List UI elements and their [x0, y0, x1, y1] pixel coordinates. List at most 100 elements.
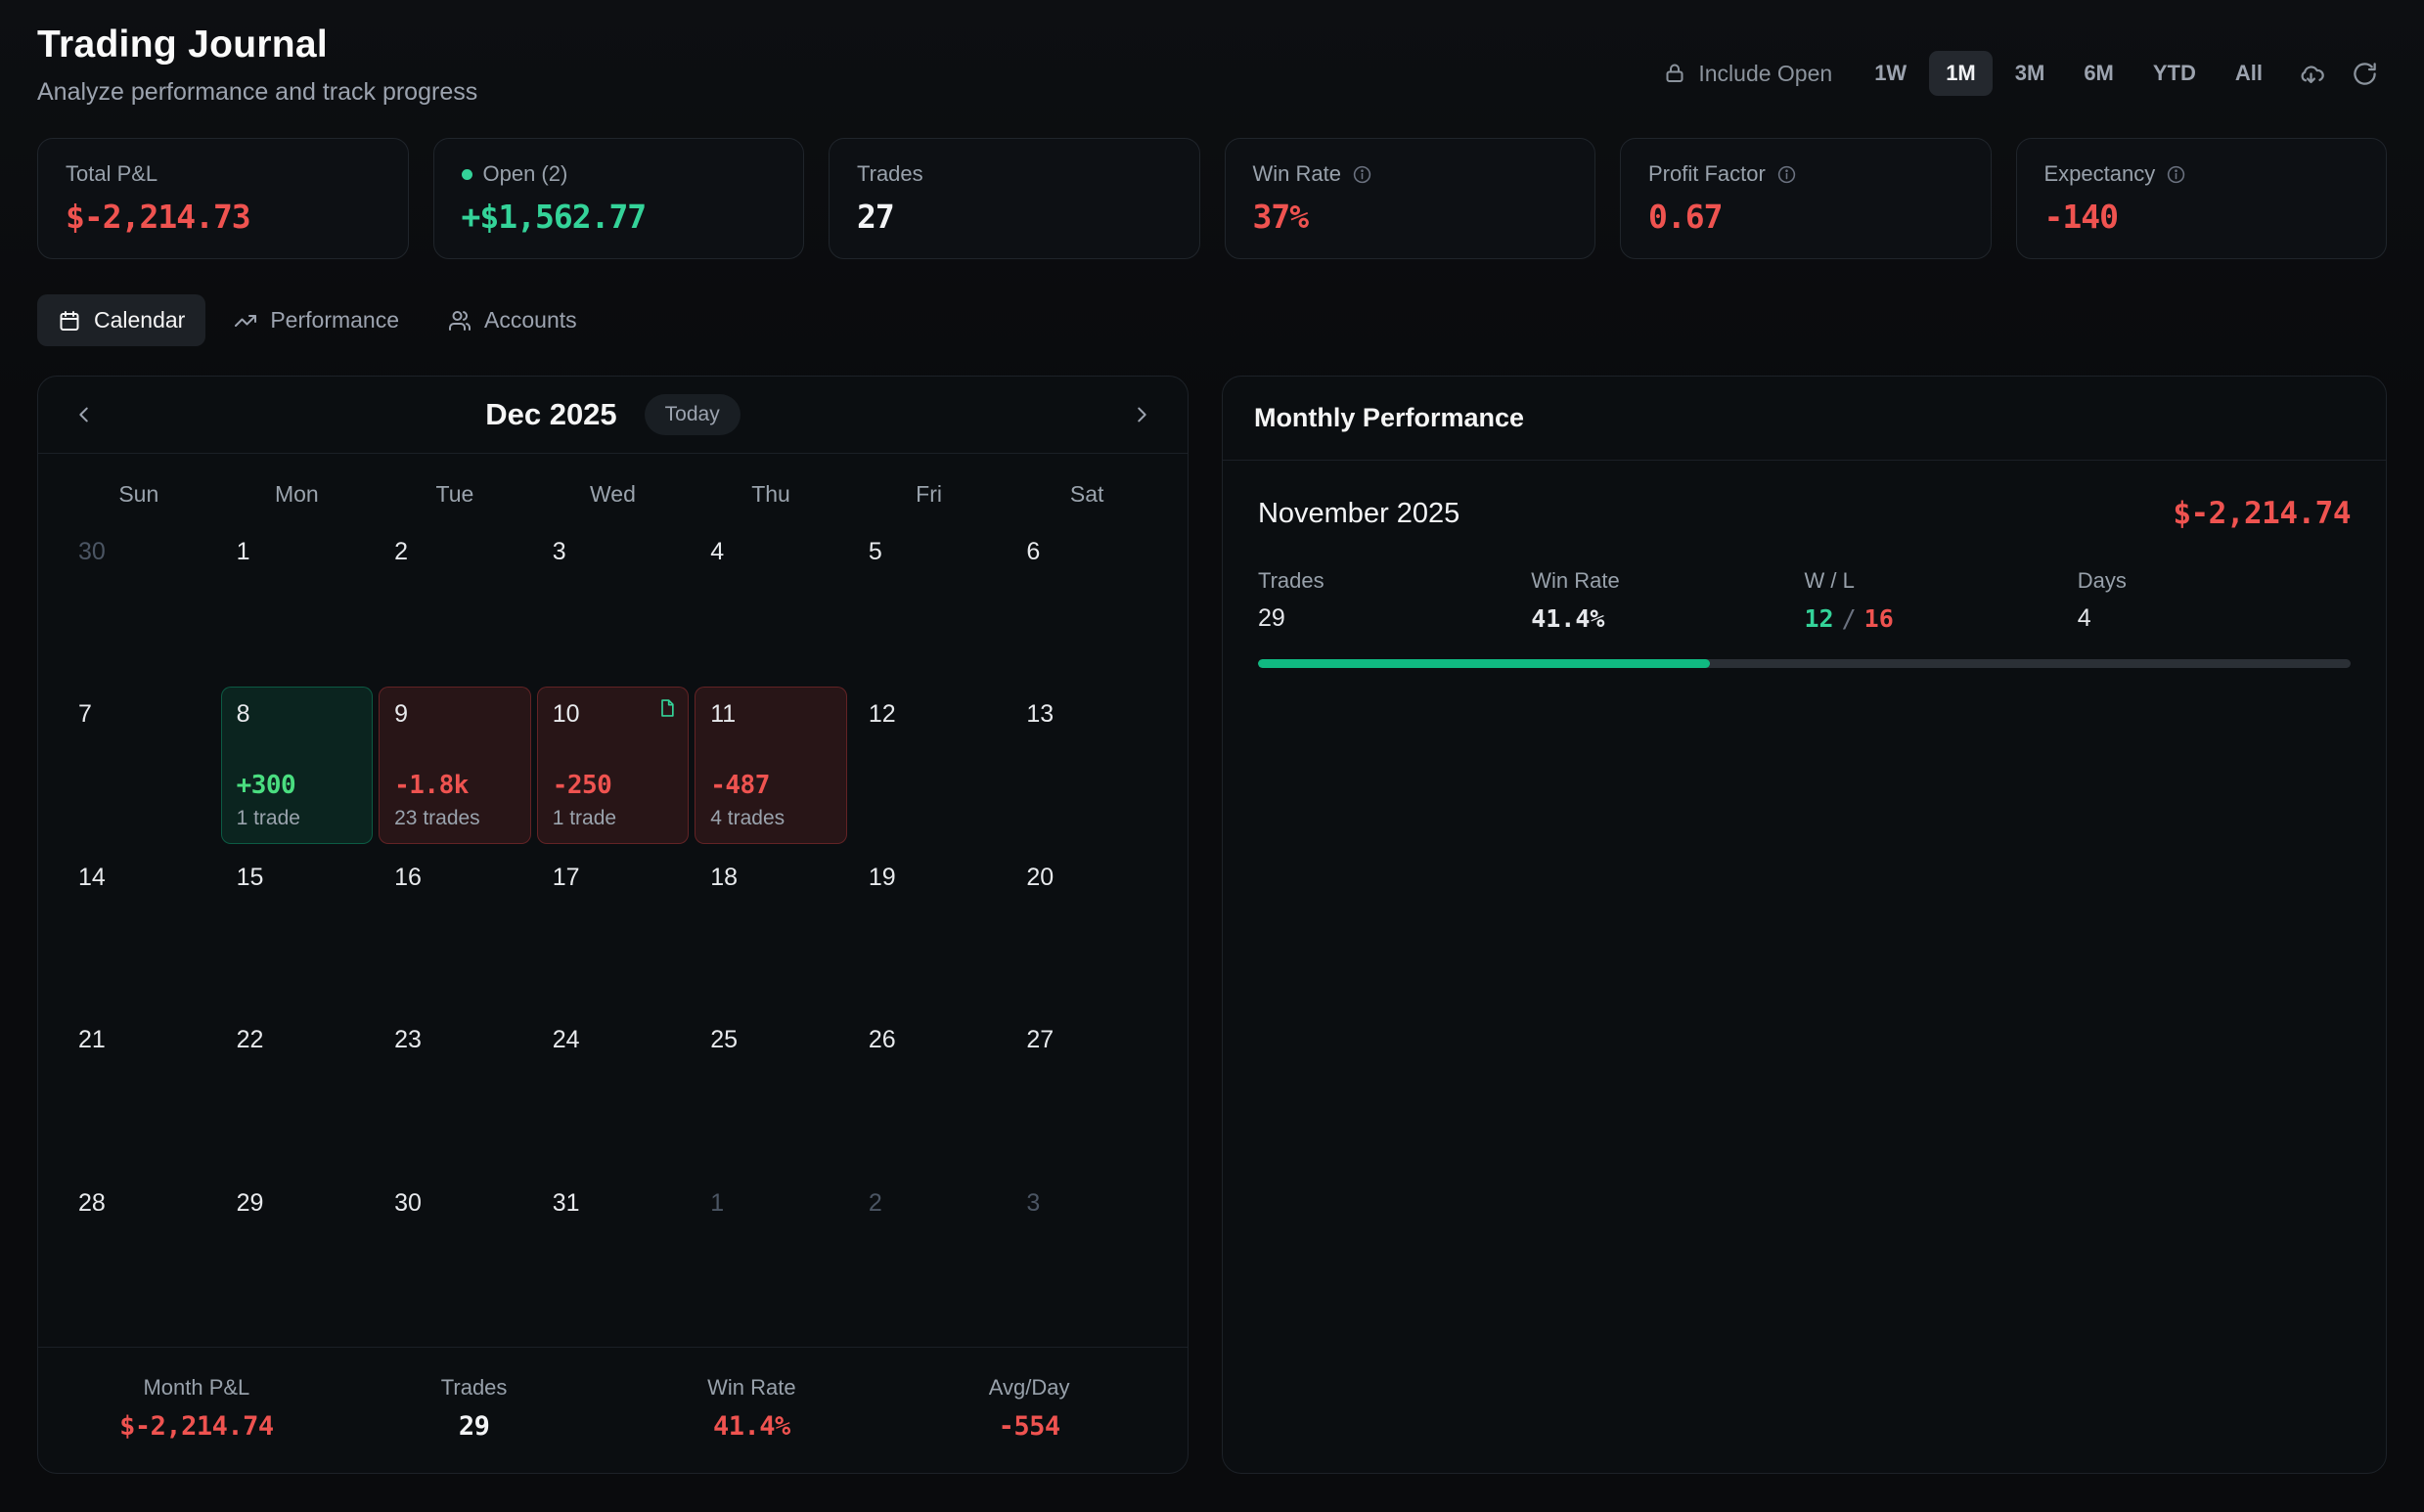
day-cell-box: 31: [537, 1176, 690, 1332]
footer-stat-value: 29: [336, 1411, 613, 1442]
monthly-performance-body: November 2025 $-2,214.74 Trades 29 Win R…: [1223, 461, 2386, 703]
today-button[interactable]: Today: [645, 394, 741, 435]
calendar-day-cell[interactable]: 19: [850, 847, 1009, 1009]
info-icon[interactable]: [2166, 164, 2186, 185]
stat-label: Total P&L: [66, 161, 381, 187]
stat-card-profit-factor: Profit Factor 0.67: [1620, 138, 1992, 259]
trending-up-icon: [234, 309, 257, 333]
stat-value: -140: [2044, 198, 2359, 236]
tab-label: Calendar: [94, 307, 185, 334]
day-number: 16: [394, 864, 516, 892]
weekday-header-row: Sun Mon Tue Wed Thu Fri Sat: [38, 454, 1188, 511]
monthly-win-rate-progress: [1258, 659, 2351, 668]
tab-calendar[interactable]: Calendar: [37, 294, 205, 346]
calendar-day-cell[interactable]: 3: [1008, 1173, 1166, 1335]
footer-stat-value: 41.4%: [612, 1411, 890, 1442]
info-icon[interactable]: [1352, 164, 1372, 185]
range-button[interactable]: 3M: [1998, 51, 2062, 96]
calendar-day-cell[interactable]: 14: [60, 847, 218, 1009]
calendar-day-cell[interactable]: 22: [218, 1009, 377, 1172]
stat-label: Trades: [857, 161, 1172, 187]
calendar-day-cell[interactable]: 30: [376, 1173, 534, 1335]
calendar-day-cell[interactable]: 25: [692, 1009, 850, 1172]
day-cell-box: 7: [63, 687, 215, 843]
download-button[interactable]: [2289, 52, 2333, 96]
calendar-day-cell[interactable]: 12: [850, 684, 1009, 846]
day-number: 10: [553, 700, 674, 729]
range-button[interactable]: All: [2219, 51, 2279, 96]
day-number: 6: [1026, 538, 1147, 566]
weekday-label: Mon: [218, 481, 377, 508]
calendar-day-cell[interactable]: 26: [850, 1009, 1009, 1172]
monthly-stat-trades: Trades 29: [1258, 568, 1531, 634]
calendar-day-cell[interactable]: 29: [218, 1173, 377, 1335]
calendar-day-cell[interactable]: 1: [218, 521, 377, 684]
topbar: Trading Journal Analyze performance and …: [37, 23, 2387, 107]
monthly-stat-label: Days: [2078, 568, 2351, 594]
stat-value: 27: [857, 198, 1172, 236]
calendar-icon: [58, 309, 81, 333]
calendar-day-cell[interactable]: 3: [534, 521, 693, 684]
calendar-day-cell[interactable]: 23: [376, 1009, 534, 1172]
stat-label-text: Total P&L: [66, 161, 157, 187]
footer-stat-label: Month P&L: [58, 1375, 336, 1401]
calendar-day-cell[interactable]: 18: [692, 847, 850, 1009]
calendar-day-cell[interactable]: 7: [60, 684, 218, 846]
day-number: 29: [237, 1189, 358, 1218]
range-button[interactable]: 1W: [1858, 51, 1923, 96]
calendar-day-cell[interactable]: 9-1.8k23 trades: [376, 684, 534, 846]
calendar-day-cell[interactable]: 2: [850, 1173, 1009, 1335]
calendar-day-cell[interactable]: 17: [534, 847, 693, 1009]
calendar-day-cell[interactable]: 27: [1008, 1009, 1166, 1172]
calendar-day-cell[interactable]: 2: [376, 521, 534, 684]
day-cell-box: 3: [537, 524, 690, 681]
calendar-day-cell[interactable]: 1: [692, 1173, 850, 1335]
calendar-day-cell[interactable]: 21: [60, 1009, 218, 1172]
day-number: 26: [869, 1026, 990, 1054]
tab-performance[interactable]: Performance: [213, 294, 420, 346]
stat-label: Win Rate: [1253, 161, 1568, 187]
calendar-day-cell[interactable]: 28: [60, 1173, 218, 1335]
include-open-toggle[interactable]: Include Open: [1663, 61, 1832, 87]
calendar-day-cell[interactable]: 11-4874 trades: [692, 684, 850, 846]
day-number: 7: [78, 700, 200, 729]
monthly-stat-days: Days 4: [2078, 568, 2351, 634]
day-number: 31: [553, 1189, 674, 1218]
calendar-day-cell[interactable]: 24: [534, 1009, 693, 1172]
day-number: 28: [78, 1189, 200, 1218]
tab-label: Accounts: [484, 307, 577, 334]
prev-month-button[interactable]: [62, 392, 107, 437]
day-number: 3: [1026, 1189, 1147, 1218]
day-number: 25: [710, 1026, 831, 1054]
calendar-day-cell[interactable]: 20: [1008, 847, 1166, 1009]
day-number: 20: [1026, 864, 1147, 892]
monthly-performance-panel: Monthly Performance November 2025 $-2,21…: [1222, 376, 2387, 1474]
day-number: 12: [869, 700, 990, 729]
calendar-day-cell[interactable]: 5: [850, 521, 1009, 684]
day-pnl-value: -250: [553, 771, 674, 800]
tab-accounts[interactable]: Accounts: [427, 294, 598, 346]
stat-value: +$1,562.77: [462, 198, 777, 236]
refresh-button[interactable]: [2343, 52, 2387, 96]
monthly-performance-title: Monthly Performance: [1223, 377, 2386, 461]
calendar-month-title: Dec 2025: [485, 397, 616, 432]
monthly-stat-win-rate: Win Rate 41.4%: [1531, 568, 1804, 634]
calendar-day-cell[interactable]: 16: [376, 847, 534, 1009]
calendar-day-cell[interactable]: 30: [60, 521, 218, 684]
weekday-label: Tue: [376, 481, 534, 508]
calendar-day-cell[interactable]: 6: [1008, 521, 1166, 684]
trading-journal-page: Trading Journal Analyze performance and …: [0, 0, 2424, 1474]
calendar-day-cell[interactable]: 10-2501 trade: [534, 684, 693, 846]
range-button[interactable]: 6M: [2067, 51, 2131, 96]
range-button[interactable]: 1M: [1929, 51, 1993, 96]
next-month-button[interactable]: [1119, 392, 1164, 437]
range-button[interactable]: YTD: [2136, 51, 2213, 96]
weekday-label: Wed: [534, 481, 693, 508]
info-icon[interactable]: [1776, 164, 1797, 185]
calendar-day-cell[interactable]: 31: [534, 1173, 693, 1335]
day-cell-box: 24: [537, 1012, 690, 1169]
calendar-day-cell[interactable]: 13: [1008, 684, 1166, 846]
calendar-day-cell[interactable]: 15: [218, 847, 377, 1009]
calendar-day-cell[interactable]: 8+3001 trade: [218, 684, 377, 846]
calendar-day-cell[interactable]: 4: [692, 521, 850, 684]
